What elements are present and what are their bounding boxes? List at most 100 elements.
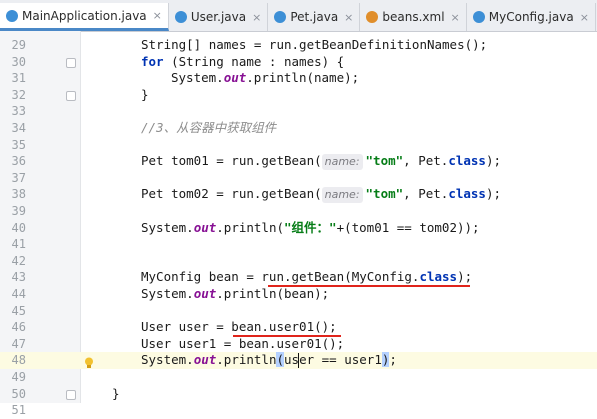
- line-number: 32: [11, 87, 26, 102]
- code-token: }: [112, 385, 120, 401]
- tab-mainapplication-java[interactable]: MainApplication.java ×: [0, 3, 169, 31]
- line-number: 30: [11, 54, 26, 69]
- line-number: 29: [11, 38, 26, 52]
- xml-file-icon: [366, 11, 379, 23]
- code-text: MyConfig bean = run.getBean(MyConfig.cla…: [141, 269, 472, 286]
- line-number: 46: [11, 320, 26, 335]
- code-token: );: [457, 269, 473, 285]
- code-text: System.out.println("组件："+(tom01 == tom02…: [141, 220, 480, 237]
- line-number: 38: [11, 187, 26, 202]
- code-editor[interactable]: 29 String[] names = run.getBeanDefinitio…: [0, 31, 597, 417]
- code-text: Pet tom01 = run.getBean(name: "tom", Pet.…: [141, 153, 502, 171]
- line-number: 36: [11, 154, 26, 169]
- close-tab-icon[interactable]: ×: [344, 11, 353, 24]
- static-field: out: [223, 70, 247, 86]
- keyword: class: [448, 153, 486, 169]
- line-number: 50: [11, 386, 26, 401]
- close-tab-icon[interactable]: ×: [451, 11, 460, 24]
- static-field: out: [193, 286, 217, 301]
- comment: //3、从容器中获取组件: [141, 120, 277, 135]
- code-line-50[interactable]: 50}: [0, 386, 597, 403]
- code-line-33[interactable]: 33: [0, 103, 597, 120]
- fold-marker-icon[interactable]: [66, 389, 76, 400]
- code-token: System.: [141, 286, 194, 301]
- code-token: +(tom01 == tom02));: [336, 219, 480, 235]
- code-line-47[interactable]: 47 User user1 = bean.user01();: [0, 336, 597, 353]
- line-number: 49: [11, 370, 26, 384]
- keyword: for: [141, 53, 164, 69]
- tab-label: User.java: [190, 10, 247, 24]
- text-cursor: [298, 353, 299, 368]
- code-line-45[interactable]: 45: [0, 303, 597, 320]
- code-line-36[interactable]: 36 Pet tom01 = run.getBean(name: "tom", P…: [0, 153, 597, 171]
- tab-user-java[interactable]: User.java ×: [169, 3, 269, 31]
- code-line-38[interactable]: 38 Pet tom02 = run.getBean(name: "tom", P…: [0, 186, 597, 204]
- string-literal: "组件：": [284, 219, 337, 235]
- string-literal: "tom": [365, 153, 404, 169]
- fold-marker-icon[interactable]: [66, 90, 76, 101]
- parameter-hint: name:: [321, 187, 363, 204]
- code-token: User user = bean.user01();: [141, 319, 337, 335]
- code-line-30[interactable]: 30 for (String name : names) {: [0, 54, 597, 71]
- line-number: 35: [11, 137, 26, 152]
- code-line-40[interactable]: 40 System.out.println("组件："+(tom01 == to…: [0, 220, 597, 237]
- static-field: out: [193, 352, 217, 368]
- line-number: 34: [11, 121, 26, 135]
- lightbulb-icon[interactable]: [84, 354, 94, 369]
- code-token: .println(: [216, 219, 284, 235]
- code-token: System.: [141, 219, 194, 235]
- code-line-35[interactable]: 35: [0, 137, 597, 154]
- code-line-41[interactable]: 41: [0, 236, 597, 253]
- code-token: );: [485, 186, 502, 202]
- close-tab-icon[interactable]: ×: [252, 11, 261, 24]
- java-class-icon: [472, 11, 485, 23]
- code-text: for (String name : names) {: [141, 54, 344, 71]
- editor-tab-bar: MainApplication.java × User.java × Pet.java ×…: [0, 0, 597, 32]
- line-number: 40: [11, 220, 26, 235]
- code-token: );: [485, 153, 502, 169]
- code-line-34[interactable]: 34 //3、从容器中获取组件: [0, 120, 597, 137]
- code-line-51[interactable]: 51: [0, 402, 597, 419]
- close-tab-icon[interactable]: ×: [580, 11, 589, 24]
- code-text: Pet tom02 = run.getBean(name: "tom", Pet.…: [141, 186, 502, 204]
- code-token: Pet tom02 = run.getBean(: [141, 186, 322, 202]
- java-class-icon: [174, 11, 187, 23]
- matched-paren: (: [276, 352, 285, 368]
- code-line-46[interactable]: 46 User user = bean.user01();: [0, 319, 597, 336]
- tab-myconfig-java[interactable]: MyConfig.java ×: [467, 3, 596, 31]
- code-line-37[interactable]: 37: [0, 170, 597, 187]
- tab-pet-java[interactable]: Pet.java ×: [268, 3, 361, 31]
- code-token: , Pet.: [403, 186, 449, 202]
- code-text: User user1 = bean.user01();: [141, 336, 344, 353]
- fold-marker-icon[interactable]: [66, 57, 76, 68]
- tab-beans-xml[interactable]: beans.xml ×: [360, 3, 467, 31]
- tab-label: MyConfig.java: [488, 10, 574, 24]
- line-number: 48: [11, 353, 26, 368]
- tab-label: Pet.java: [290, 10, 339, 24]
- code-line-31[interactable]: 31 System.out.println(name);: [0, 70, 597, 87]
- line-number: 31: [11, 71, 26, 86]
- code-text: User user = bean.user01();: [141, 319, 337, 336]
- code-token: .println(bean);: [216, 286, 330, 301]
- code-token: ;: [389, 352, 397, 368]
- close-tab-icon[interactable]: ×: [153, 9, 162, 22]
- code-token: Pet tom01 = run.getBean(: [141, 153, 322, 169]
- code-token: User user1 = bean.user01();: [141, 335, 345, 351]
- parameter-hint: name:: [321, 154, 363, 171]
- code-line-42[interactable]: 42: [0, 253, 597, 270]
- code-line-39[interactable]: 39: [0, 203, 597, 220]
- tab-label: MainApplication.java: [22, 8, 147, 23]
- line-number: 44: [11, 287, 26, 301]
- code-text: }: [141, 86, 149, 102]
- tab-label: beans.xml: [382, 10, 445, 24]
- code-token: (String name : names) {: [163, 53, 345, 69]
- code-line-49[interactable]: 49: [0, 369, 597, 386]
- static-field: out: [193, 219, 217, 235]
- code-line-44[interactable]: 44 System.out.println(bean);: [0, 286, 597, 303]
- code-line-29[interactable]: 29 String[] names = run.getBeanDefinitio…: [0, 37, 597, 54]
- code-token: System.: [141, 352, 194, 368]
- code-line-43[interactable]: 43 MyConfig bean = run.getBean(MyConfig.c…: [0, 269, 597, 286]
- code-line-32[interactable]: 32 }: [0, 87, 597, 104]
- line-number: 51: [11, 403, 26, 418]
- line-number: 43: [11, 270, 26, 285]
